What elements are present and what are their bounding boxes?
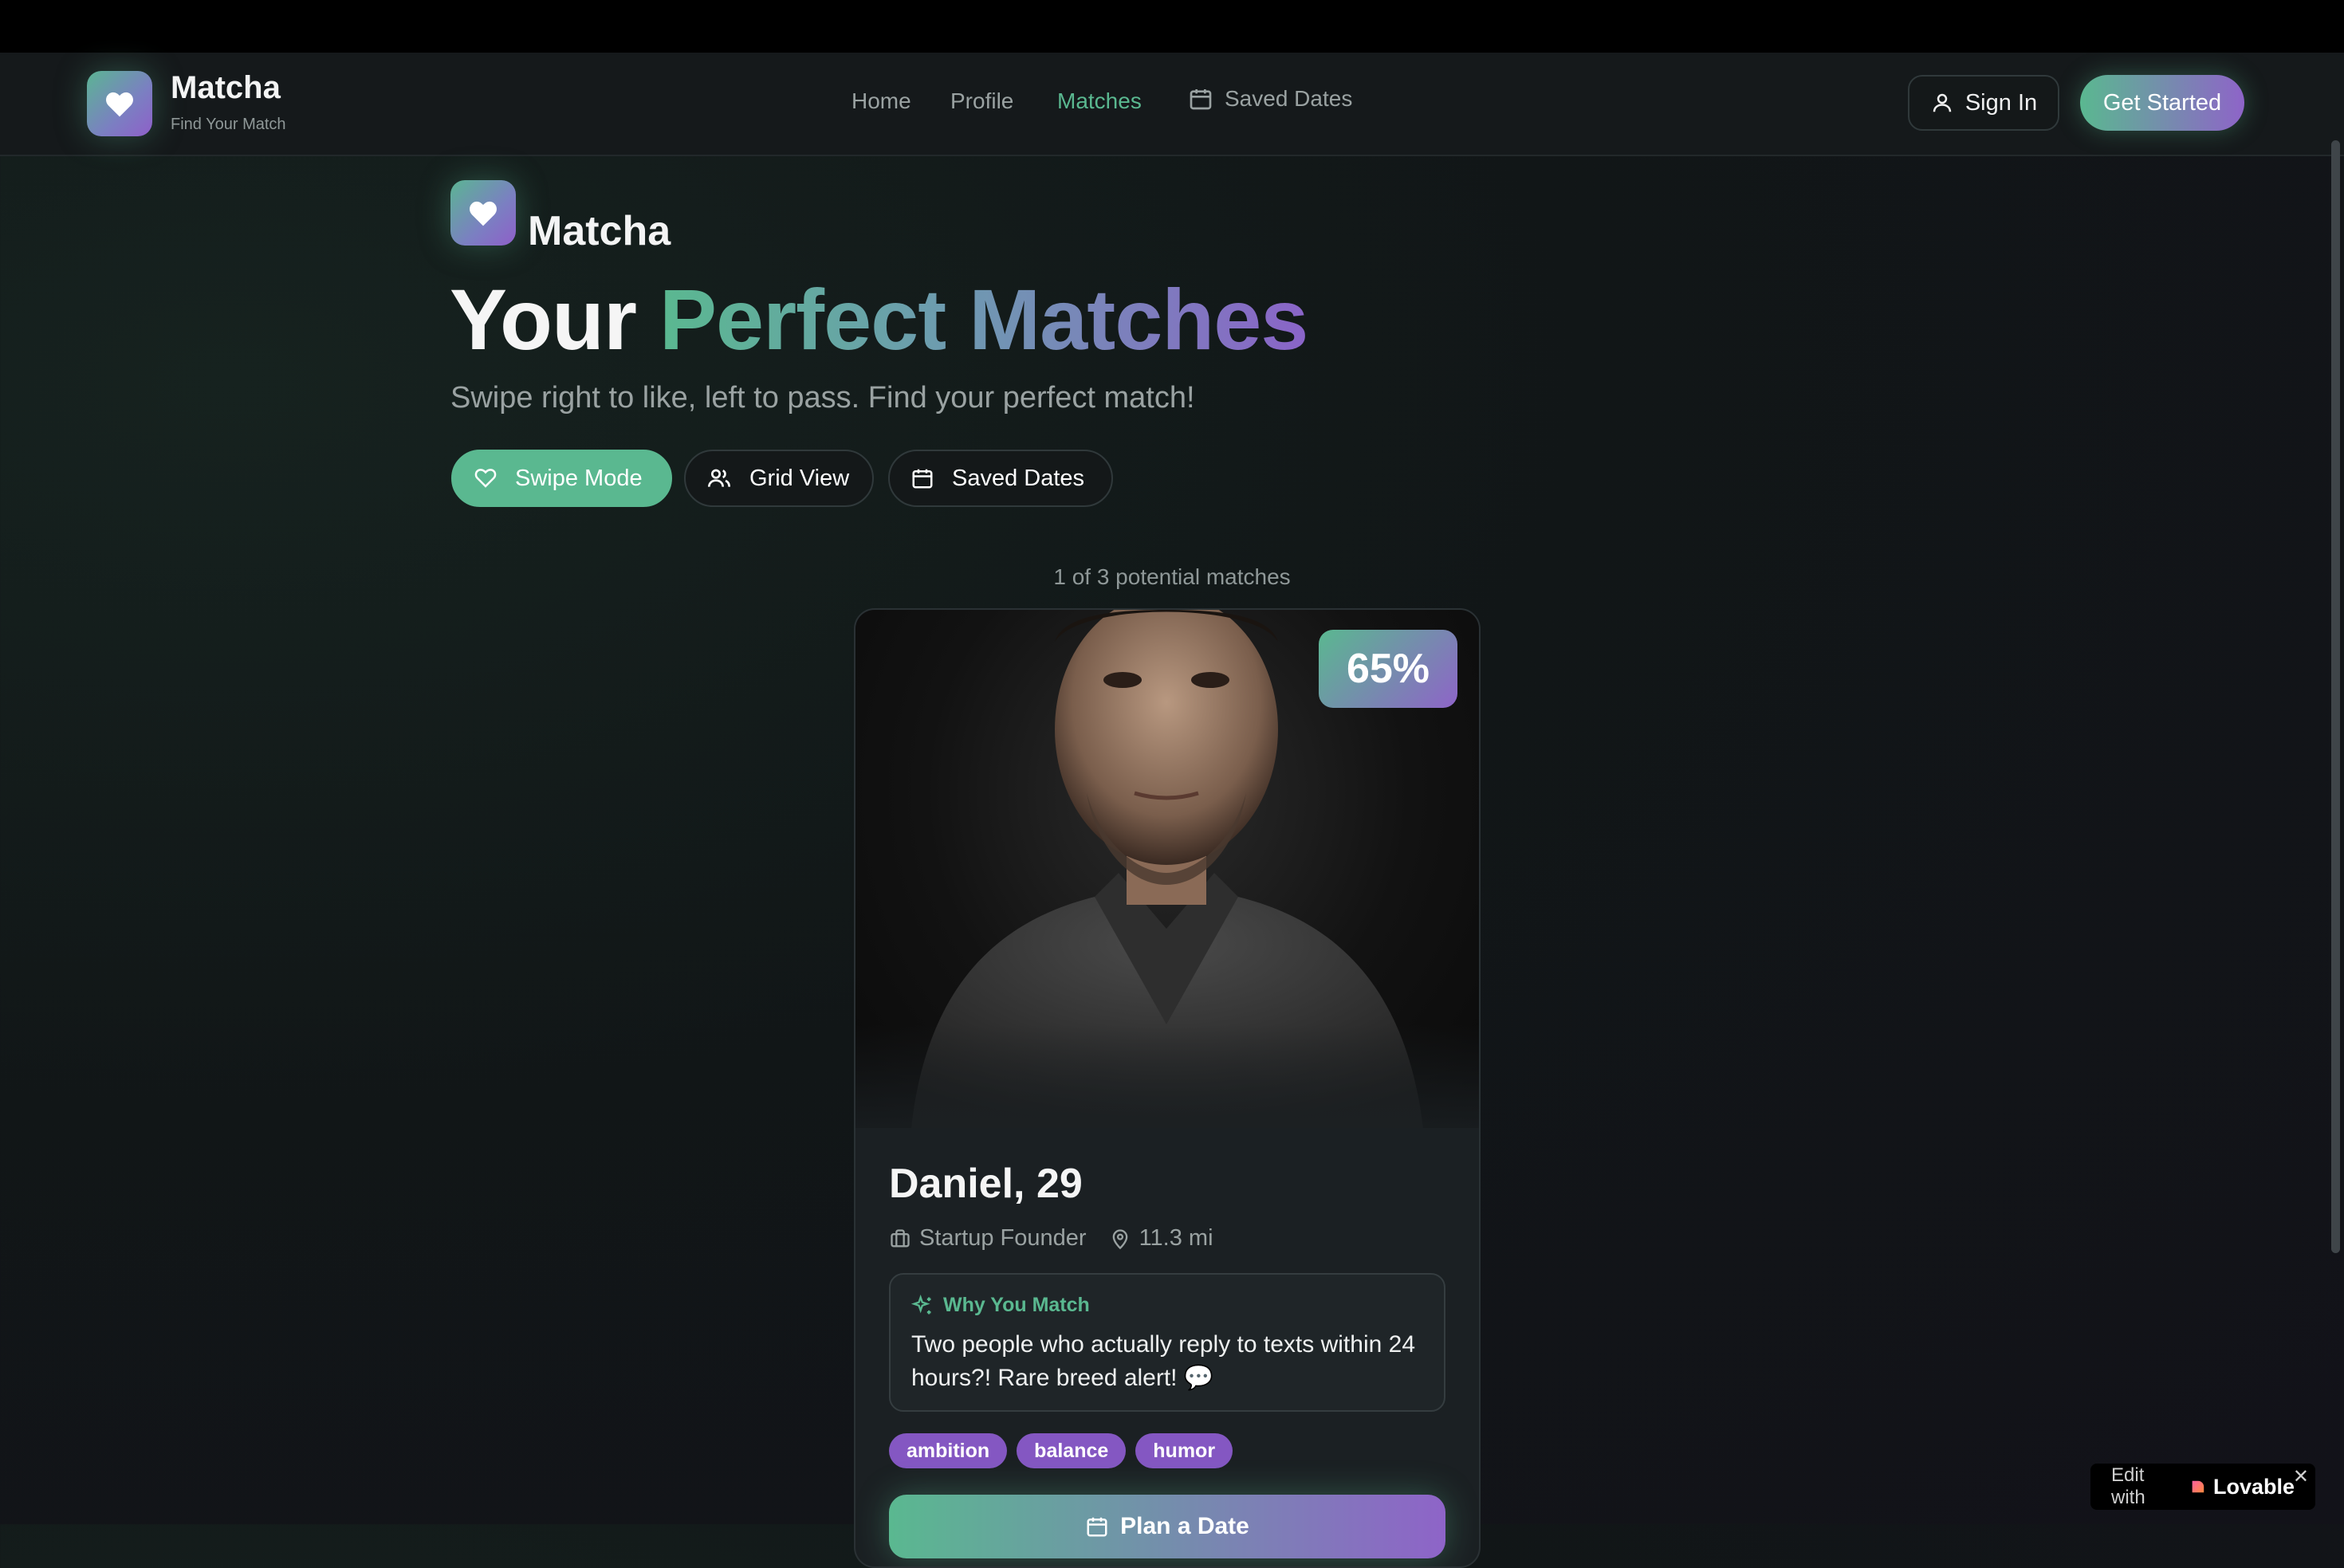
match-counter: 1 of 3 potential matches (1053, 564, 1291, 589)
title-part-2: Perfect Matches (659, 271, 1308, 367)
tag-balance: balance (1017, 1433, 1127, 1468)
calendar-icon (1087, 1517, 1107, 1537)
page-title: Your Perfect Matches (450, 269, 1308, 369)
compatibility-badge: 65% (1319, 630, 1457, 708)
interest-tags: ambition balance humor (889, 1433, 1233, 1468)
calendar-icon (912, 469, 933, 489)
match-card[interactable]: 65% Daniel, 29 Startup Founder 11.3 mi W… (854, 608, 1481, 1568)
get-started-button[interactable]: Get Started (2080, 75, 2244, 131)
why-you-match-text: Two people who actually reply to texts w… (911, 1331, 1416, 1391)
lovable-brand: Lovable (2212, 1474, 2295, 1499)
close-icon[interactable]: ✕ (2293, 1465, 2309, 1488)
lovable-logo-icon (2192, 1480, 2204, 1493)
heart-icon (106, 92, 133, 117)
edit-with-lovable-badge[interactable]: Edit with Lovable ✕ (2090, 1464, 2315, 1510)
nav-home[interactable]: Home (851, 88, 911, 114)
nav-saved-dates[interactable]: Saved Dates (1188, 86, 1352, 112)
lovable-prefix: Edit with (2111, 1464, 2145, 1508)
plan-date-label: Plan a Date (1120, 1513, 1249, 1539)
heart-outline-icon (474, 469, 497, 488)
nav-matches[interactable]: Matches (1057, 88, 1142, 114)
title-part-1: Your (450, 271, 637, 367)
grid-view-button[interactable]: Grid View (684, 450, 874, 507)
why-you-match-box: Why You Match Two people who actually re… (889, 1273, 1445, 1412)
match-distance: 11.3 mi (1139, 1225, 1213, 1251)
hero-brand-name: Matcha (528, 208, 671, 254)
calendar-icon (1190, 89, 1212, 110)
browser-top-bar (0, 0, 2344, 53)
app-logo[interactable] (87, 71, 152, 136)
why-you-match-title: Why You Match (911, 1294, 1423, 1317)
why-you-match-label: Why You Match (943, 1294, 1090, 1316)
nav-profile[interactable]: Profile (950, 88, 1013, 114)
grid-view-label: Grid View (749, 465, 850, 491)
tag-humor: humor (1135, 1433, 1233, 1468)
sign-in-label: Sign In (1964, 89, 2038, 116)
saved-dates-mode-button[interactable]: Saved Dates (888, 450, 1113, 507)
hero-logo (450, 180, 516, 246)
nav-saved-dates-label: Saved Dates (1225, 86, 1353, 111)
match-name-age: Daniel, 29 (889, 1161, 1083, 1207)
match-meta: Startup Founder 11.3 mi (889, 1225, 1213, 1252)
users-icon (708, 469, 730, 487)
photo-fade (855, 1024, 1479, 1152)
swipe-mode-label: Swipe Mode (515, 465, 643, 491)
match-occupation: Startup Founder (919, 1225, 1087, 1251)
sparkles-icon (911, 1294, 931, 1314)
tag-ambition: ambition (889, 1433, 1008, 1468)
briefcase-icon (891, 1228, 910, 1247)
page-subtitle: Swipe right to like, left to pass. Find … (450, 381, 1195, 415)
scrollbar-thumb[interactable] (2331, 140, 2340, 1253)
map-pin-icon (1112, 1228, 1127, 1249)
heart-icon (470, 201, 497, 226)
saved-dates-mode-label: Saved Dates (952, 465, 1085, 491)
sign-in-button[interactable]: Sign In (1908, 75, 2059, 131)
brand-tagline: Find Your Match (171, 116, 286, 133)
brand-name[interactable]: Matcha (171, 70, 281, 106)
user-icon (1933, 93, 1952, 112)
plan-date-button[interactable]: Plan a Date (889, 1495, 1445, 1558)
swipe-mode-button[interactable]: Swipe Mode (451, 450, 672, 507)
